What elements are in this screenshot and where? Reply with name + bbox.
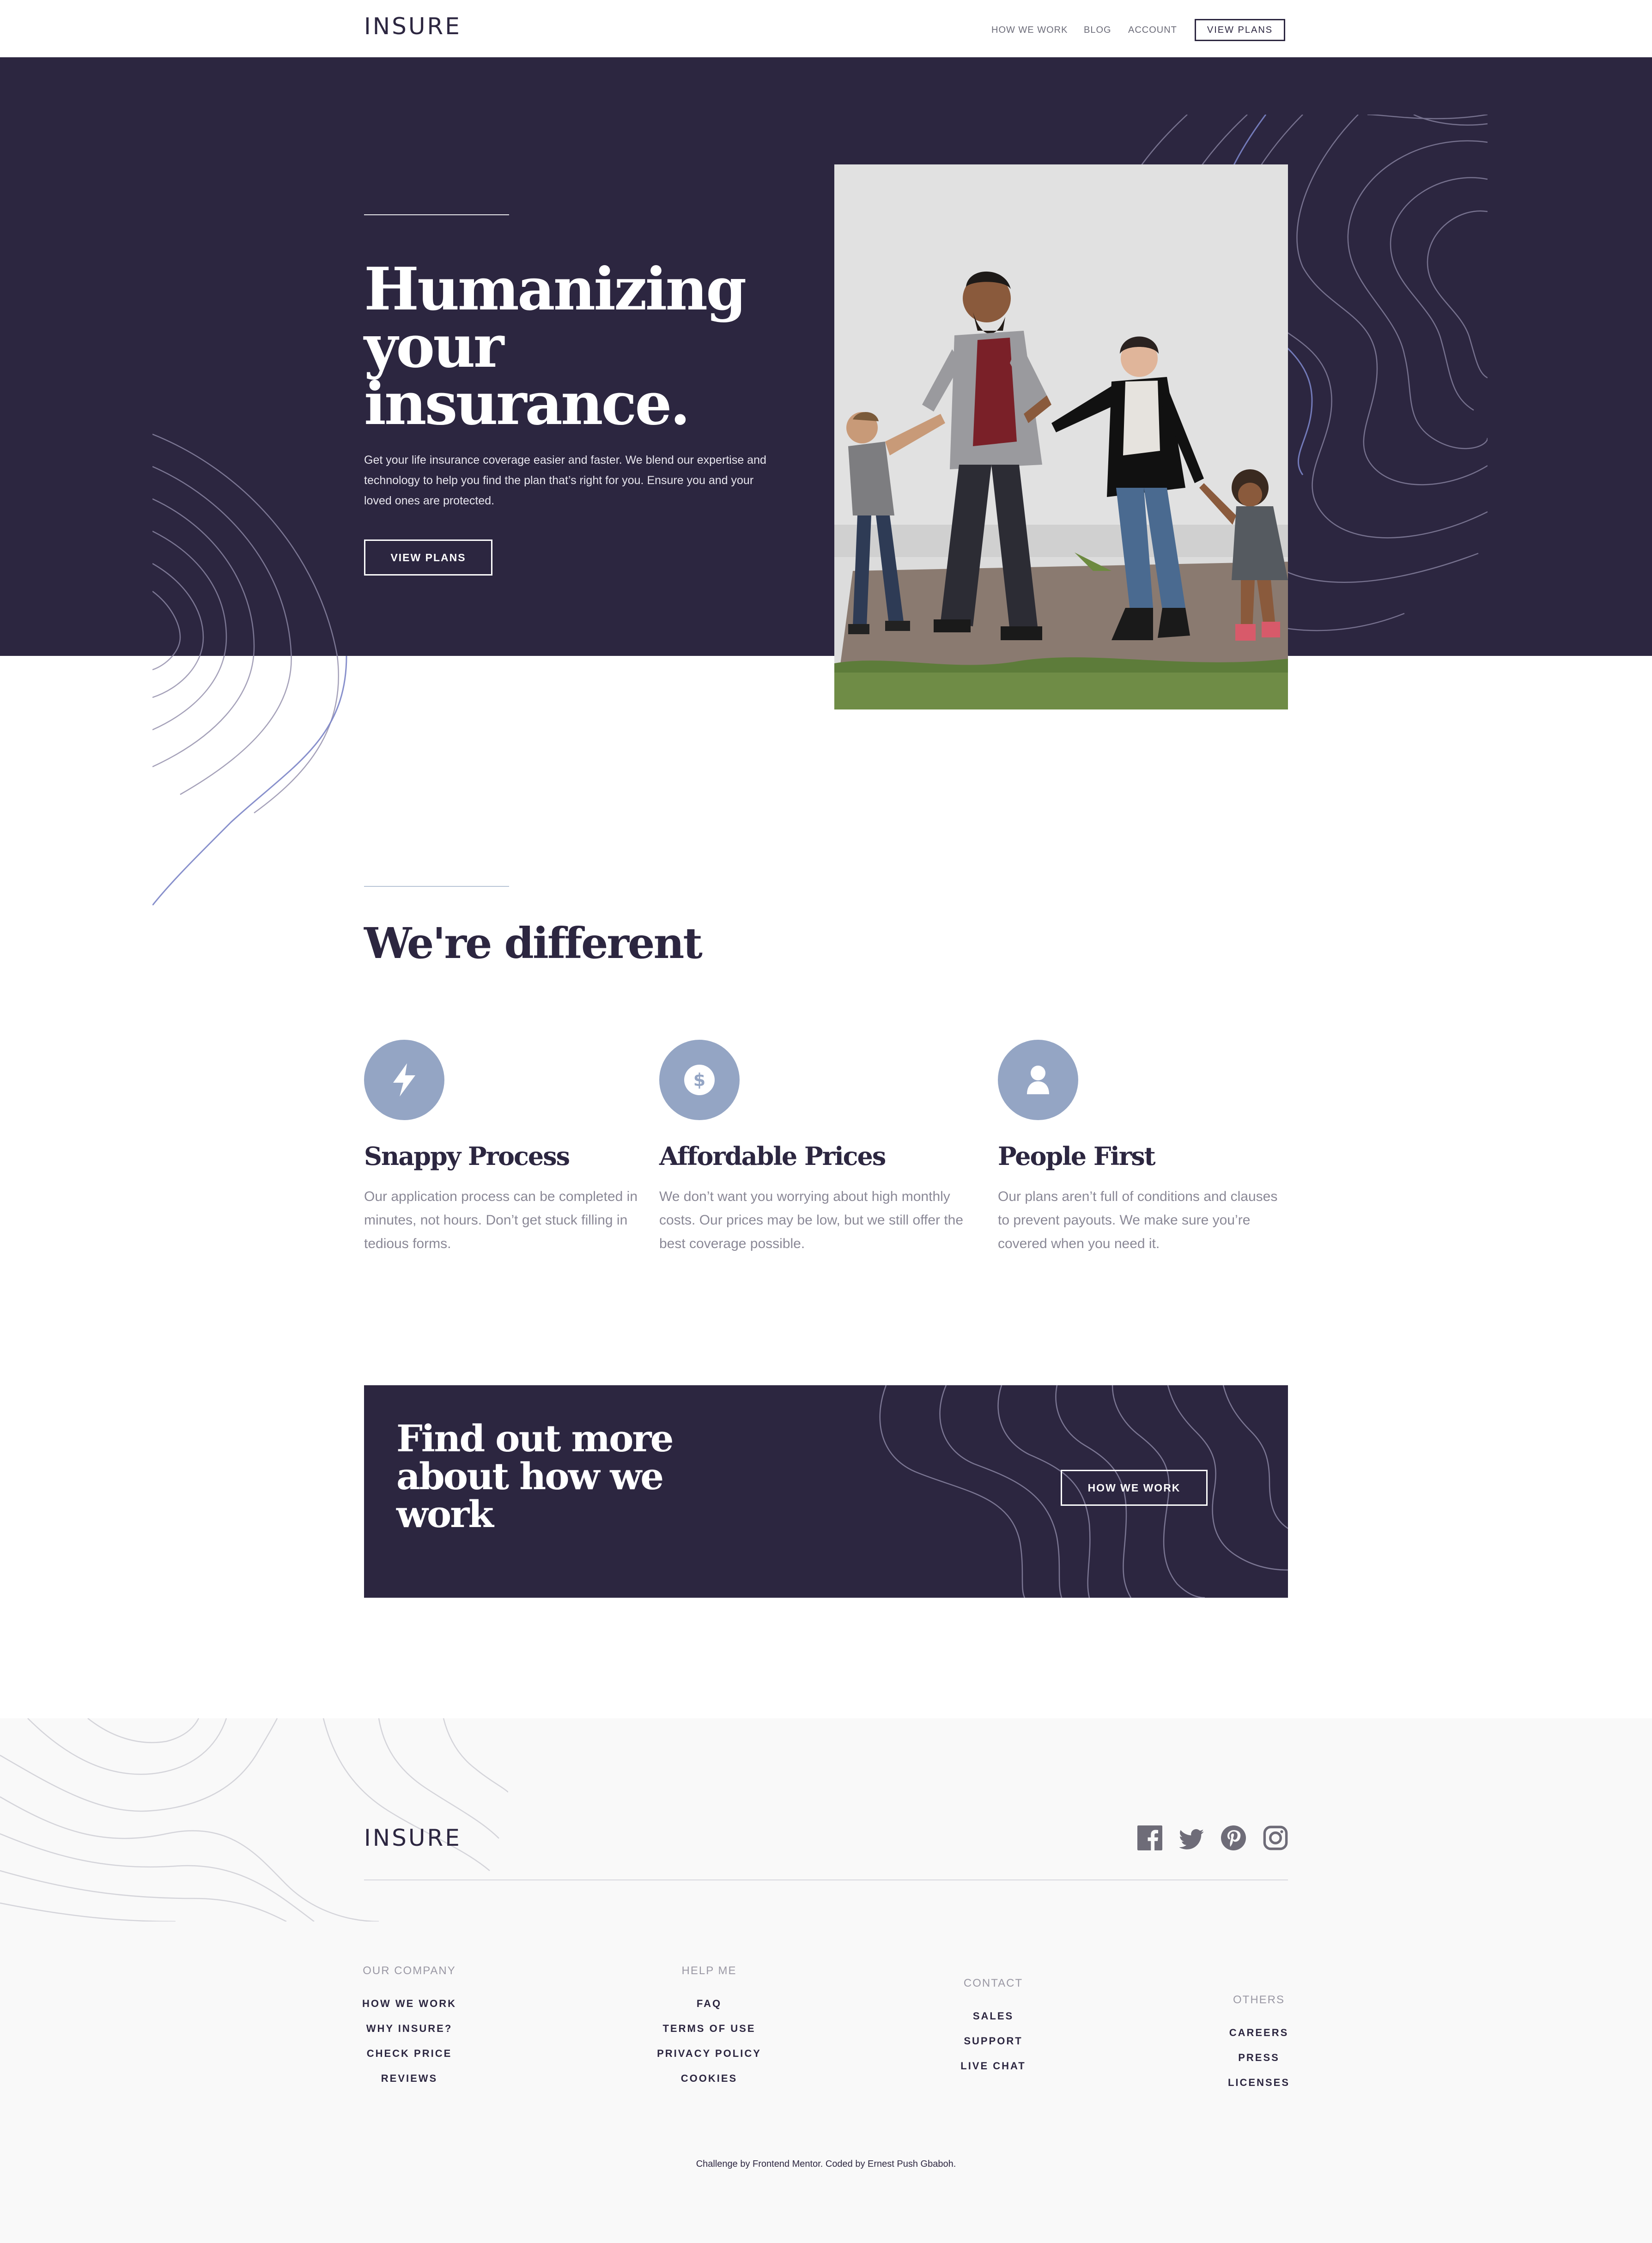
feature-card-snappy: Snappy Process Our application process c… [364,1040,641,1255]
feature-text: Our application process can be completed… [364,1189,638,1251]
footer-link[interactable]: SUPPORT [901,2035,1086,2047]
feature-title: Snappy Process [364,1141,570,1171]
feature-text: Our plans aren’t full of conditions and … [998,1189,1278,1251]
twitter-icon[interactable] [1179,1827,1204,1852]
hero-divider [364,214,509,215]
footer-link[interactable]: REVIEWS [317,2073,502,2085]
dollar-icon: $ [659,1040,740,1120]
how-we-work-button[interactable]: HOW WE WORK [1061,1470,1208,1506]
hero-description: Get your life insurance coverage easier … [364,454,766,507]
nav-link-blog[interactable]: BLOG [1084,25,1111,36]
footer-link[interactable]: SALES [901,2010,1086,2022]
view-plans-hero-button[interactable]: VIEW PLANS [364,540,492,576]
footer-link[interactable]: LIVE CHAT [901,2060,1086,2072]
footer-column-heading: OTHERS [1233,1994,1285,2006]
hero-title-line: your [364,312,504,381]
hero-title-line: Humanizing [364,255,747,323]
banner-title: Find out more about how we work [396,1419,674,1533]
pinterest-icon[interactable] [1221,1825,1246,1850]
features-divider [364,886,509,887]
banner-title-line: Find out more [396,1417,674,1460]
footer-link[interactable]: WHY INSURE? [317,2023,502,2035]
banner-title-line: about how we [396,1455,664,1498]
lightning-icon [364,1040,444,1120]
banner-title-line: work [396,1492,494,1536]
footer-logo[interactable]: INSURE [364,1825,462,1851]
logo[interactable]: INSURE [364,13,462,40]
person-icon [998,1040,1078,1120]
footer-link[interactable]: CAREERS [1166,2027,1351,2039]
footer-link[interactable]: TERMS OF USE [617,2023,802,2035]
footer-link[interactable]: COOKIES [617,2073,802,2085]
footer-column-heading: OUR COMPANY [363,1964,456,1977]
site-footer: INSURE OUR COMPANY HOW WE WORK WHY INSUR… [0,1718,1652,2243]
view-plans-nav-button[interactable]: VIEW PLANS [1195,19,1285,41]
footer-divider [364,1879,1288,1880]
feature-card-affordable: $ Affordable Prices We don’t want you wo… [659,1040,978,1255]
contour-pattern-footer [0,1718,508,1922]
feature-title: People First [998,1141,1156,1171]
how-we-work-banner: Find out more about how we work HOW WE W… [364,1385,1288,1598]
hero-title-line: insurance. [364,370,690,438]
svg-text:$: $ [693,1070,705,1090]
footer-link[interactable]: PRESS [1166,2052,1351,2064]
nav-link-account[interactable]: ACCOUNT [1128,25,1177,36]
feature-card-people: People First Our plans aren’t full of co… [998,1040,1280,1255]
footer-link[interactable]: LICENSES [1166,2077,1351,2089]
footer-link[interactable]: FAQ [617,1998,802,2010]
nav-link-how-we-work[interactable]: HOW WE WORK [991,25,1068,36]
hero-title: Humanizing your insurance. [364,255,780,438]
footer-link[interactable]: CHECK PRICE [317,2048,502,2060]
contour-pattern-hero-left [152,433,347,905]
footer-column-heading: CONTACT [963,1977,1023,1989]
footer-link[interactable]: HOW WE WORK [317,1998,502,2010]
family-photo [834,164,1288,709]
feature-title: Affordable Prices [659,1141,886,1171]
site-header: INSURE HOW WE WORK BLOG ACCOUNT VIEW PLA… [0,0,1652,57]
footer-link[interactable]: PRIVACY POLICY [617,2048,802,2060]
features-title: We're different [364,918,703,968]
attribution: Challenge by Frontend Mentor. Coded by E… [696,2159,956,2169]
feature-text: We don’t want you worrying about high mo… [659,1189,964,1251]
footer-column-heading: HELP ME [681,1964,737,1977]
facebook-icon[interactable] [1137,1825,1162,1850]
instagram-icon[interactable] [1263,1825,1288,1850]
